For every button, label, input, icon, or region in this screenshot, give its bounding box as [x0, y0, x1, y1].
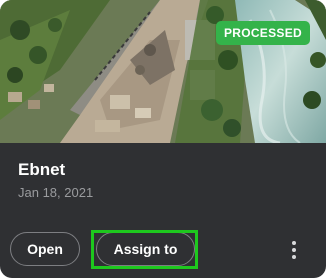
open-button[interactable]: Open: [10, 232, 80, 266]
more-dot: [292, 255, 296, 259]
project-card[interactable]: PROCESSED Ebnet Jan 18, 2021 Open Assign…: [0, 0, 326, 278]
more-dot: [292, 241, 296, 245]
project-date: Jan 18, 2021: [18, 185, 94, 200]
project-thumbnail[interactable]: PROCESSED: [0, 0, 326, 143]
project-title: Ebnet: [18, 160, 66, 179]
status-badge: PROCESSED: [215, 21, 310, 45]
assign-to-button[interactable]: Assign to: [96, 232, 195, 266]
more-dot: [292, 248, 296, 252]
more-vertical-icon[interactable]: [282, 236, 306, 264]
